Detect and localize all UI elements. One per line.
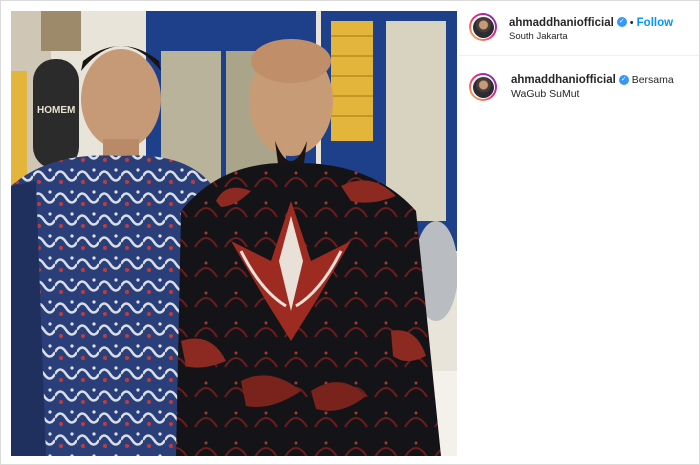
caption-avatar-image	[472, 76, 494, 98]
instagram-post-card: HOMEM ahmaddhaniofficial ✓ • Follow Sout…	[0, 0, 700, 465]
avatar[interactable]	[469, 13, 497, 41]
separator-dot: •	[629, 17, 634, 29]
follow-button[interactable]: Follow	[637, 17, 673, 29]
username-link[interactable]: ahmaddhaniofficial	[509, 17, 614, 29]
header-title-row: ahmaddhaniofficial ✓ • Follow	[509, 13, 673, 31]
location-link[interactable]: South Jakarta	[509, 31, 568, 42]
post-photo[interactable]: HOMEM	[11, 11, 457, 456]
post-sidebar: ahmaddhaniofficial ✓ • Follow South Jakarta…	[459, 1, 699, 464]
caption: ahmaddhaniofficial ✓ Bersama WaGub SuMut	[511, 73, 691, 101]
caption-username-link[interactable]: ahmaddhaniofficial	[511, 74, 616, 86]
post-header: ahmaddhaniofficial ✓ • Follow South Jakarta	[459, 1, 699, 56]
svg-text:HOMEM: HOMEM	[37, 105, 75, 116]
caption-verified-badge-icon: ✓	[618, 75, 629, 86]
post-photo-image: HOMEM	[11, 11, 457, 456]
caption-avatar[interactable]	[469, 73, 497, 101]
avatar-image	[472, 16, 494, 38]
verified-badge-icon: ✓	[616, 16, 627, 27]
